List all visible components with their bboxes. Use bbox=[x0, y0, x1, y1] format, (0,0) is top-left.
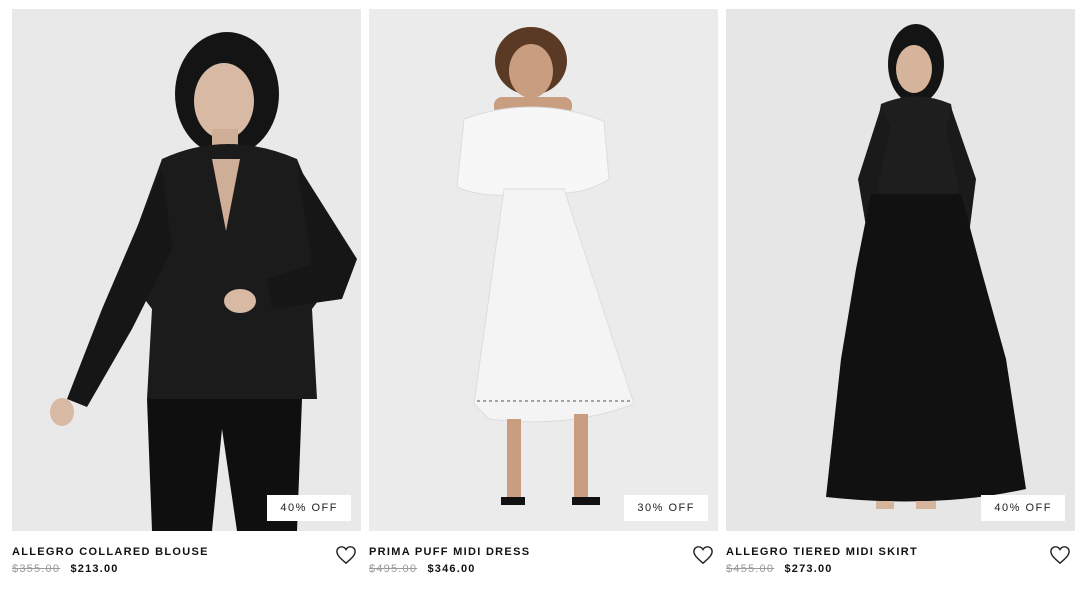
original-price: $355.00 bbox=[12, 563, 61, 575]
product-info: PRIMA PUFF MIDI DRESS $495.00 $346.00 bbox=[369, 531, 718, 581]
model-black-tiered-skirt bbox=[726, 9, 1075, 531]
wishlist-heart-icon[interactable] bbox=[335, 545, 357, 565]
model-white-puff-midi-dress bbox=[369, 9, 718, 531]
product-image[interactable]: 40% OFF bbox=[726, 9, 1075, 531]
product-name[interactable]: PRIMA PUFF MIDI DRESS bbox=[369, 546, 718, 558]
product-info: ALLEGRO COLLARED BLOUSE $355.00 $213.00 bbox=[12, 531, 361, 581]
product-name[interactable]: ALLEGRO COLLARED BLOUSE bbox=[12, 546, 361, 558]
product-image[interactable]: 30% OFF bbox=[369, 9, 718, 531]
product-prices: $455.00 $273.00 bbox=[726, 563, 1075, 575]
discount-badge: 40% OFF bbox=[981, 495, 1065, 521]
wishlist-heart-icon[interactable] bbox=[692, 545, 714, 565]
product-prices: $355.00 $213.00 bbox=[12, 563, 361, 575]
model-black-satin-blouse bbox=[12, 9, 361, 531]
sale-price: $273.00 bbox=[784, 563, 833, 575]
sale-price: $213.00 bbox=[70, 563, 119, 575]
product-card[interactable]: 30% OFF PRIMA PUFF MIDI DRESS $495.00 $3… bbox=[369, 9, 718, 581]
product-image[interactable]: 40% OFF bbox=[12, 9, 361, 531]
wishlist-heart-icon[interactable] bbox=[1049, 545, 1071, 565]
product-prices: $495.00 $346.00 bbox=[369, 563, 718, 575]
discount-badge: 40% OFF bbox=[267, 495, 351, 521]
sale-price: $346.00 bbox=[427, 563, 476, 575]
product-grid: 40% OFF ALLEGRO COLLARED BLOUSE $355.00 … bbox=[0, 0, 1080, 589]
product-name[interactable]: ALLEGRO TIERED MIDI SKIRT bbox=[726, 546, 1075, 558]
original-price: $455.00 bbox=[726, 563, 775, 575]
product-card[interactable]: 40% OFF ALLEGRO TIERED MIDI SKIRT $455.0… bbox=[726, 9, 1075, 581]
product-card[interactable]: 40% OFF ALLEGRO COLLARED BLOUSE $355.00 … bbox=[12, 9, 361, 581]
original-price: $495.00 bbox=[369, 563, 418, 575]
discount-badge: 30% OFF bbox=[624, 495, 708, 521]
product-info: ALLEGRO TIERED MIDI SKIRT $455.00 $273.0… bbox=[726, 531, 1075, 581]
